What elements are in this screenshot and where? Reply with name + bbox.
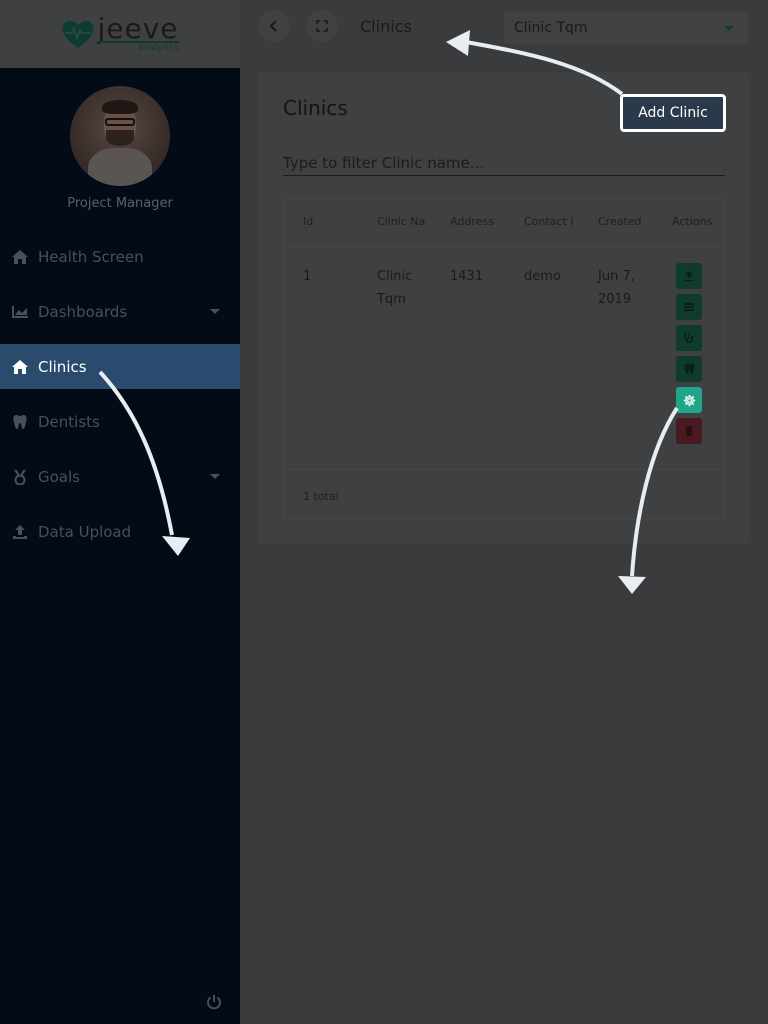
column-header-created[interactable]: Created: [598, 215, 654, 228]
cell-created: Jun 7, 2019: [598, 269, 635, 307]
row-actions: [676, 263, 704, 449]
sidebar-item-dentists[interactable]: Dentists: [0, 399, 240, 444]
chevron-down-icon: [210, 309, 220, 314]
upload-icon: [10, 524, 30, 540]
trash-icon: [685, 425, 693, 436]
cell-id: 1: [303, 269, 312, 284]
page-title: Clinics: [360, 17, 412, 36]
app-logo[interactable]: jeeve analytics: [61, 12, 179, 53]
sidebar-item-goals[interactable]: Goals: [0, 454, 240, 499]
sidebar: jeeve analytics Project Manager Health S…: [0, 0, 240, 1024]
column-header-address[interactable]: Address: [450, 215, 506, 228]
sidebar-item-dashboards[interactable]: Dashboards: [0, 289, 240, 334]
user-role: Project Manager: [67, 196, 173, 211]
chevron-down-icon: [724, 26, 734, 31]
sidebar-item-clinics[interactable]: Clinics: [0, 344, 240, 389]
column-header-contact[interactable]: Contact I: [524, 215, 580, 228]
logo-subtext: analytics: [97, 41, 179, 53]
chevron-left-icon: [269, 20, 277, 32]
medal-icon: [10, 469, 30, 485]
clinics-table: Id Clinic Na Address Contact I Created A…: [283, 198, 725, 520]
column-header-actions: Actions: [672, 215, 713, 228]
add-clinic-button[interactable]: Add Clinic: [620, 94, 726, 132]
logo-area: jeeve analytics: [0, 0, 240, 68]
cell-clinic-name: Clinic Tqm: [377, 269, 413, 307]
column-header-id[interactable]: Id: [303, 215, 313, 228]
clinic-select[interactable]: Clinic Tqm: [504, 12, 748, 44]
tooth-icon: [684, 363, 694, 375]
tooth-action-button[interactable]: [676, 356, 702, 382]
sidebar-item-data-upload[interactable]: Data Upload: [0, 509, 240, 554]
column-header-clinic-name[interactable]: Clinic Na: [377, 215, 431, 228]
avatar[interactable]: [70, 86, 170, 186]
sidebar-item-label: Goals: [38, 467, 80, 486]
sidebar-item-label: Clinics: [38, 357, 87, 376]
fullscreen-button[interactable]: [306, 10, 338, 42]
table-header: Id Clinic Na Address Contact I Created A…: [284, 199, 724, 247]
clinic-filter-input[interactable]: [283, 150, 725, 176]
sidebar-item-label: Dentists: [38, 412, 100, 431]
card-title: Clinics: [283, 96, 348, 120]
sidebar-item-health-screen[interactable]: Health Screen: [0, 234, 240, 279]
delete-action-button[interactable]: [676, 418, 702, 444]
sidebar-item-label: Data Upload: [38, 522, 132, 541]
sidebar-nav: Health Screen Dashboards Clinics Dentist…: [0, 234, 240, 554]
sidebar-item-label: Health Screen: [38, 247, 144, 266]
gear-icon: [683, 394, 695, 406]
power-icon[interactable]: [206, 994, 222, 1014]
upload-action-button[interactable]: [676, 263, 702, 289]
stethoscope-icon: [684, 333, 694, 344]
clinic-select-value: Clinic Tqm: [514, 20, 588, 36]
cell-contact: demo: [524, 269, 561, 284]
clinics-card: Clinics Add Clinic Id Clinic Na Address …: [258, 72, 749, 544]
settings-action-button[interactable]: [676, 387, 702, 413]
list-icon: [684, 303, 694, 311]
chart-icon: [10, 305, 30, 319]
tooth-icon: [10, 414, 30, 430]
profile: Project Manager: [0, 68, 240, 224]
list-action-button[interactable]: [676, 294, 702, 320]
logo-text: jeeve: [97, 12, 179, 45]
expand-icon: [316, 20, 328, 32]
stethoscope-action-button[interactable]: [676, 325, 702, 351]
cell-address: 1431: [450, 269, 484, 284]
total-count: 1 total: [303, 490, 339, 503]
table-footer: 1 total: [284, 469, 724, 519]
upload-icon: [684, 271, 694, 281]
sidebar-item-label: Dashboards: [38, 302, 128, 321]
back-button[interactable]: [258, 10, 290, 42]
chevron-down-icon: [210, 474, 220, 479]
home-icon: [10, 249, 30, 265]
home-icon: [10, 359, 30, 375]
topbar: Clinics Clinic Tqm: [240, 0, 768, 56]
heart-pulse-icon: [62, 20, 94, 48]
